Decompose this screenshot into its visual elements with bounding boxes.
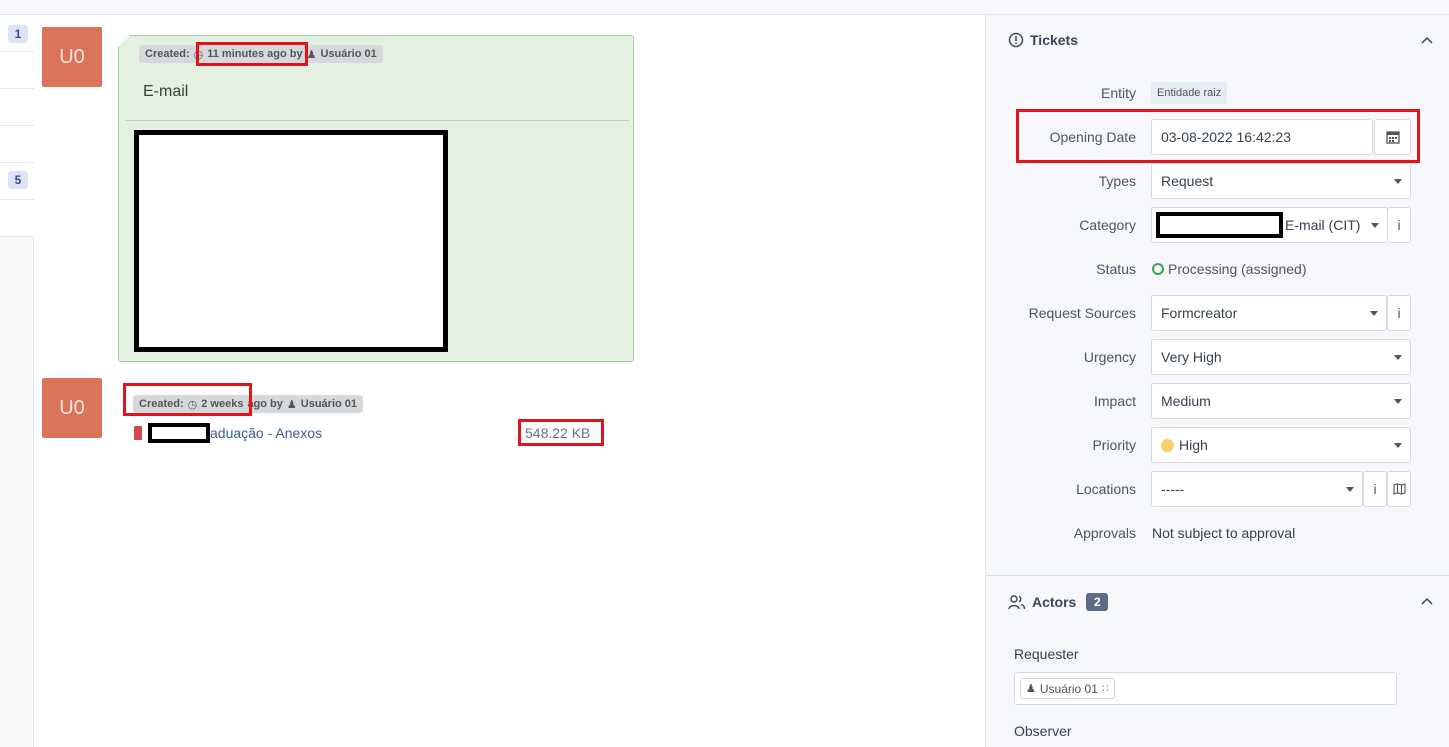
- urgency-select[interactable]: Very High: [1151, 339, 1411, 375]
- divider: [125, 120, 629, 121]
- requester-input[interactable]: ♟ Usuário 01 ∷: [1014, 672, 1397, 705]
- avatar: U0: [42, 378, 102, 438]
- approvals-label: Approvals: [1073, 525, 1136, 541]
- impact-label: Impact: [1093, 393, 1136, 409]
- urgency-label: Urgency: [1083, 349, 1136, 365]
- info-icon: i: [1397, 305, 1401, 321]
- rail-row[interactable]: [0, 126, 34, 163]
- priority-select[interactable]: High: [1151, 427, 1411, 463]
- author-name[interactable]: Usuário 01: [301, 398, 357, 410]
- caret-down-icon: [1394, 179, 1402, 184]
- locations-info-button[interactable]: i: [1363, 471, 1387, 507]
- highlight-box: [1016, 109, 1420, 163]
- rail-row[interactable]: 1: [0, 15, 34, 52]
- tickets-section-header[interactable]: Tickets: [1008, 32, 1078, 48]
- map-icon: [1392, 483, 1406, 495]
- left-rail: 1 5: [0, 15, 34, 747]
- rail-row[interactable]: 5: [0, 163, 34, 200]
- document-item[interactable]: aduação - Anexos: [134, 423, 322, 443]
- requester-label: Requester: [1014, 646, 1079, 662]
- caret-down-icon: [1394, 355, 1402, 360]
- category-value: E-mail (CIT): [1285, 217, 1361, 233]
- observer-label: Observer: [1014, 723, 1072, 739]
- request-sources-select[interactable]: Formcreator: [1151, 295, 1387, 331]
- highlight-box: [196, 42, 308, 66]
- actors-title: Actors: [1032, 594, 1077, 610]
- redacted-image: [134, 130, 448, 352]
- request-sources-info-button[interactable]: i: [1387, 295, 1411, 331]
- status-value: Processing (assigned): [1168, 261, 1307, 277]
- rail-row[interactable]: [0, 200, 34, 237]
- created-label: Created:: [145, 48, 190, 60]
- info-icon: i: [1373, 481, 1377, 497]
- user-icon: ♟: [306, 48, 317, 61]
- highlight-box: [518, 419, 604, 446]
- types-select[interactable]: Request: [1151, 163, 1411, 199]
- redacted-text: [148, 423, 210, 443]
- entity-label: Entity: [1100, 85, 1136, 101]
- alert-circle-icon: [1008, 32, 1024, 48]
- status-field[interactable]: Processing (assigned): [1152, 261, 1307, 277]
- types-value: Request: [1161, 173, 1214, 189]
- user-icon: ♟: [286, 398, 297, 411]
- caret-down-icon: [1394, 399, 1402, 404]
- followup-title: E-mail: [143, 83, 189, 100]
- rail-badge: 1: [8, 25, 28, 43]
- top-bar: [0, 0, 1449, 15]
- impact-value: Medium: [1161, 393, 1211, 409]
- right-panel: Tickets Entity Entidade raiz Opening Dat…: [985, 15, 1449, 747]
- entity-badge: Entidade raiz: [1151, 82, 1228, 104]
- status-circle-icon: [1152, 263, 1164, 275]
- request-sources-value: Formcreator: [1161, 305, 1238, 321]
- section-divider: [986, 575, 1449, 576]
- priority-dot-icon: [1161, 438, 1174, 452]
- requester-name: Usuário 01: [1039, 681, 1098, 696]
- avatar: U0: [42, 27, 102, 87]
- caret-down-icon: [1346, 487, 1354, 492]
- actors-count-badge: 2: [1086, 593, 1109, 611]
- requester-chip[interactable]: ♟ Usuário 01 ∷: [1020, 678, 1115, 699]
- document-link[interactable]: aduação - Anexos: [210, 425, 322, 441]
- loading-spinner-icon: ∷: [1101, 683, 1109, 695]
- caret-down-icon: [1371, 223, 1379, 228]
- info-icon: i: [1397, 217, 1401, 233]
- user-icon: ♟: [1026, 683, 1036, 695]
- locations-select[interactable]: -----: [1151, 471, 1363, 507]
- types-label: Types: [1098, 173, 1136, 189]
- category-label: Category: [1079, 217, 1136, 233]
- users-icon: [1008, 595, 1026, 610]
- priority-label: Priority: [1092, 437, 1136, 453]
- locations-value: -----: [1161, 481, 1185, 497]
- chevron-up-icon[interactable]: [1421, 35, 1433, 47]
- rail-row[interactable]: [0, 52, 34, 89]
- rail-row[interactable]: [0, 89, 34, 126]
- request-sources-label: Request Sources: [1028, 305, 1136, 321]
- highlight-box: [123, 383, 252, 416]
- pdf-icon: [134, 426, 142, 440]
- redacted-text: [1156, 212, 1283, 238]
- author-name[interactable]: Usuário 01: [320, 48, 376, 60]
- category-info-button[interactable]: i: [1387, 207, 1411, 243]
- urgency-value: Very High: [1161, 349, 1222, 365]
- locations-label: Locations: [1076, 481, 1136, 497]
- priority-value: High: [1179, 437, 1208, 453]
- locations-map-button[interactable]: [1387, 471, 1411, 507]
- approvals-value: Not subject to approval: [1152, 525, 1296, 541]
- impact-select[interactable]: Medium: [1151, 383, 1411, 419]
- actors-section-header[interactable]: Actors 2: [1008, 593, 1109, 611]
- chevron-up-icon[interactable]: [1421, 596, 1433, 608]
- rail-badge: 5: [8, 171, 28, 189]
- caret-down-icon: [1370, 311, 1378, 316]
- created-suffix: ago by: [247, 398, 283, 410]
- status-label: Status: [1096, 261, 1136, 277]
- timeline: U0 Created: ◷ 11 minutes ago by ♟ Usuári…: [34, 15, 985, 747]
- tickets-title: Tickets: [1030, 32, 1078, 48]
- caret-down-icon: [1394, 443, 1402, 448]
